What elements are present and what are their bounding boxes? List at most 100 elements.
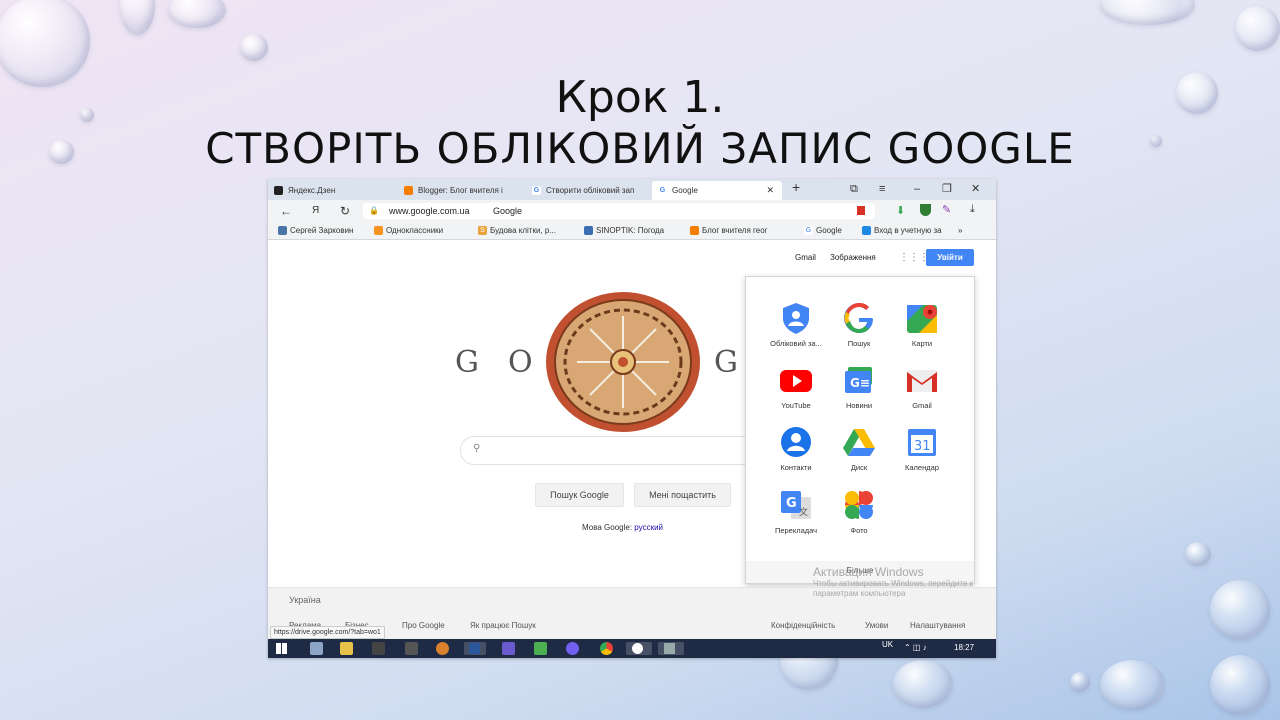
blogger-icon bbox=[690, 226, 699, 235]
input-language[interactable]: UK bbox=[882, 639, 893, 651]
news-icon: G≡ bbox=[842, 363, 876, 397]
menu-icon[interactable]: ≡ bbox=[879, 182, 885, 196]
footer-link-privacy[interactable]: Конфіденційність bbox=[771, 621, 835, 630]
app-photos[interactable]: Фото bbox=[824, 488, 894, 535]
apps-grid-icon[interactable]: ⋮⋮⋮ bbox=[899, 252, 929, 263]
chrome-icon[interactable] bbox=[600, 642, 613, 655]
tab-create-account[interactable]: G Створити обліковий зап bbox=[526, 181, 650, 200]
new-tab-icon[interactable]: + bbox=[792, 180, 800, 194]
windows-activation-watermark: Активация Windows Чтобы активировать Win… bbox=[813, 565, 974, 598]
lock-icon: 🔒 bbox=[369, 206, 379, 215]
footer-link-how-search-works[interactable]: Як працює Пошук bbox=[470, 621, 536, 630]
tabs-overview-icon[interactable]: ⧉ bbox=[850, 182, 858, 196]
file-explorer-icon[interactable] bbox=[340, 642, 353, 655]
reload-icon[interactable]: ↻ bbox=[340, 203, 350, 219]
s-icon: S bbox=[478, 226, 487, 235]
pen-icon[interactable]: ✎ bbox=[942, 203, 951, 216]
app-search[interactable]: Пошук bbox=[824, 301, 894, 348]
bookmark-item[interactable]: S Будова клітки, р... bbox=[478, 225, 556, 236]
app-icon[interactable] bbox=[658, 642, 684, 655]
viber-icon[interactable] bbox=[566, 642, 579, 655]
maps-icon bbox=[905, 301, 939, 335]
footer-link-about[interactable]: Про Google bbox=[402, 621, 445, 630]
minimize-icon[interactable]: – bbox=[914, 182, 920, 196]
app-icon[interactable] bbox=[372, 642, 385, 655]
sign-in-button[interactable]: Увійти bbox=[926, 249, 974, 266]
app-icon[interactable] bbox=[405, 642, 418, 655]
start-icon[interactable] bbox=[276, 643, 287, 654]
tab-yandex-zen[interactable]: Яндекс.Дзен bbox=[268, 181, 396, 200]
bookmark-item[interactable]: Блог вчителя геог bbox=[690, 225, 768, 236]
bookmark-item[interactable]: Сергей Зарковин bbox=[278, 225, 353, 236]
url-domain: www.google.com.ua bbox=[389, 206, 470, 216]
shield-icon[interactable] bbox=[920, 204, 931, 216]
account-icon bbox=[862, 226, 871, 235]
app-news[interactable]: G≡ Новини bbox=[824, 363, 894, 410]
search-icon: ⚲ bbox=[473, 443, 481, 454]
vk-icon bbox=[278, 226, 287, 235]
tab-bar: Яндекс.Дзен Blogger: Блог вчителя і G Ст… bbox=[268, 179, 996, 200]
svg-text:G≡: G≡ bbox=[850, 376, 870, 390]
doodle-letter: G bbox=[455, 345, 479, 380]
contacts-icon bbox=[779, 425, 813, 459]
water-drop bbox=[1210, 655, 1270, 715]
feeling-lucky-button[interactable]: Мені пощастить bbox=[634, 483, 731, 507]
tab-label: Google bbox=[672, 186, 698, 195]
maximize-icon[interactable]: ❐ bbox=[942, 182, 952, 196]
word-icon[interactable] bbox=[464, 642, 486, 655]
app-account[interactable]: Обліковий за... bbox=[761, 301, 831, 348]
app-gmail[interactable]: Gmail bbox=[887, 363, 957, 410]
language-link[interactable]: русский bbox=[634, 523, 663, 532]
back-icon[interactable]: ← bbox=[280, 203, 292, 219]
address-bar[interactable]: 🔒 www.google.com.ua Google bbox=[363, 203, 875, 219]
app-icon[interactable] bbox=[534, 642, 547, 655]
task-view-icon[interactable] bbox=[310, 642, 323, 655]
app-icon[interactable] bbox=[502, 642, 515, 655]
app-contacts[interactable]: Контакти bbox=[761, 425, 831, 472]
footer-link-terms[interactable]: Умови bbox=[865, 621, 888, 630]
doodle-letter: O bbox=[508, 345, 533, 380]
google-search-button[interactable]: Пошук Google bbox=[535, 483, 624, 507]
language-prefix: Мова Google: bbox=[582, 523, 633, 532]
bookmark-item[interactable]: SINOPTIK: Погода bbox=[584, 225, 664, 236]
footer-country: Україна bbox=[289, 595, 321, 605]
more-bookmarks-icon[interactable]: » bbox=[958, 225, 962, 236]
footer-link-settings[interactable]: Налаштування bbox=[910, 621, 965, 630]
close-tab-icon[interactable]: ✕ bbox=[766, 181, 774, 200]
app-drive[interactable]: Диск bbox=[824, 425, 894, 472]
google-search-icon bbox=[842, 301, 876, 335]
tray-icons[interactable]: ⌃ ◫ ♪ bbox=[904, 642, 927, 654]
svg-text:文: 文 bbox=[799, 506, 808, 518]
app-youtube[interactable]: YouTube bbox=[761, 363, 831, 410]
search-input[interactable]: ⚲ bbox=[460, 436, 762, 465]
yandex-browser-icon[interactable] bbox=[626, 642, 652, 655]
water-drop bbox=[893, 660, 953, 708]
tab-google[interactable]: G Google ✕ bbox=[652, 181, 782, 200]
svg-text:31: 31 bbox=[914, 439, 931, 454]
clock-time[interactable]: 18:27 bbox=[954, 642, 974, 654]
language-line: Мова Google: русский bbox=[582, 523, 663, 532]
app-icon[interactable] bbox=[436, 642, 449, 655]
water-drop bbox=[120, 0, 155, 35]
bookmark-item[interactable]: G Google bbox=[804, 225, 842, 236]
bookmark-icon[interactable] bbox=[857, 206, 865, 215]
blogger-icon bbox=[404, 186, 413, 195]
bookmark-item[interactable]: Вход в учетную за bbox=[862, 225, 942, 236]
odnoklassniki-icon bbox=[374, 226, 383, 235]
slide-title-main: СТВОРІТЬ ОБЛІКОВИЙ ЗАПИС GOOGLE bbox=[205, 124, 1075, 173]
tab-label: Blogger: Блог вчителя і bbox=[418, 186, 503, 195]
gmail-link[interactable]: Gmail bbox=[795, 253, 816, 262]
drive-icon bbox=[842, 425, 876, 459]
images-link[interactable]: Зображення bbox=[830, 253, 876, 262]
app-calendar[interactable]: 31 Календар bbox=[887, 425, 957, 472]
google-icon: G bbox=[658, 186, 667, 195]
bookmark-item[interactable]: Одноклассники bbox=[374, 225, 443, 236]
close-window-icon[interactable]: ✕ bbox=[971, 182, 980, 196]
tab-blogger[interactable]: Blogger: Блог вчителя і bbox=[398, 181, 522, 200]
app-maps[interactable]: Карти bbox=[887, 301, 957, 348]
downloads-icon[interactable]: ⤓ bbox=[970, 203, 975, 216]
app-translate[interactable]: G文 Перекладач bbox=[761, 488, 831, 535]
water-drop bbox=[1210, 580, 1270, 640]
yandex-button[interactable]: Я bbox=[312, 203, 319, 219]
download-arrow-icon[interactable]: ⬇ bbox=[896, 204, 905, 217]
